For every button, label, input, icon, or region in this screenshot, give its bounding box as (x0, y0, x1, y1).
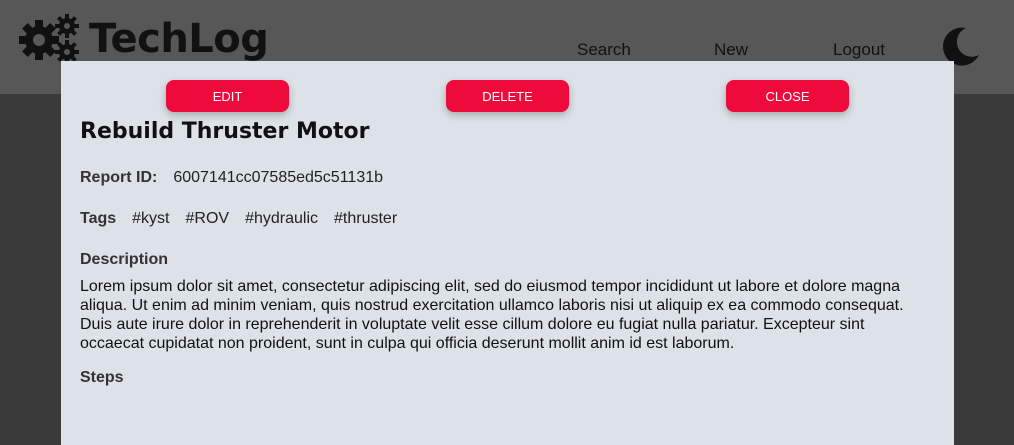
report-title: Rebuild Thruster Motor (80, 119, 370, 144)
tag[interactable]: #kyst (132, 210, 169, 228)
report-modal: EDIT DELETE CLOSE Rebuild Thruster Motor… (61, 61, 954, 445)
tag[interactable]: #ROV (186, 210, 230, 228)
tags-row: Tags #kyst #ROV #hydraulic #thruster (80, 210, 397, 228)
report-id-value: 6007141cc07585ed5c51131b (173, 169, 384, 186)
close-button[interactable]: CLOSE (726, 80, 849, 112)
description-label: Description (80, 251, 169, 268)
edit-button[interactable]: EDIT (166, 80, 289, 112)
tag[interactable]: #hydraulic (245, 210, 318, 228)
tags-label: Tags (80, 210, 117, 227)
delete-button[interactable]: DELETE (446, 80, 569, 112)
description-text: Lorem ipsum dolor sit amet, consectetur … (80, 278, 904, 352)
report-id-row: Report ID: 6007141cc07585ed5c51131b (80, 169, 383, 187)
tag[interactable]: #thruster (334, 210, 397, 228)
report-id-label: Report ID: (80, 169, 158, 186)
steps-label: Steps (80, 369, 124, 386)
